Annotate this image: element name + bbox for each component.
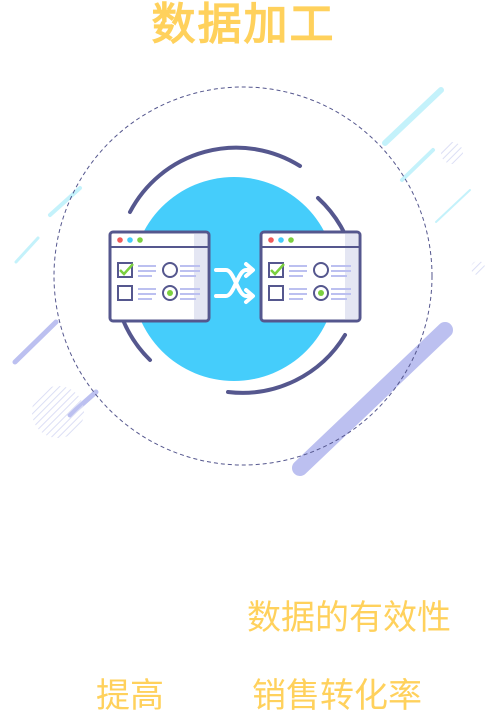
page-title: 数据加工 bbox=[151, 0, 336, 50]
hatch-circle-decoration bbox=[32, 386, 84, 438]
left-checklist-window-icon bbox=[108, 230, 211, 323]
data-processing-illustration bbox=[12, 86, 485, 476]
caption-sales-conversion-rate: 销售转化率 bbox=[252, 676, 422, 716]
caption-data-validity: 数据的有效性 bbox=[247, 598, 451, 638]
caption-improve: 提高 bbox=[96, 676, 164, 716]
hatch-dot-decoration bbox=[471, 261, 485, 275]
hatch-circle-small-decoration bbox=[441, 142, 463, 164]
right-checklist-window-icon bbox=[259, 230, 362, 323]
